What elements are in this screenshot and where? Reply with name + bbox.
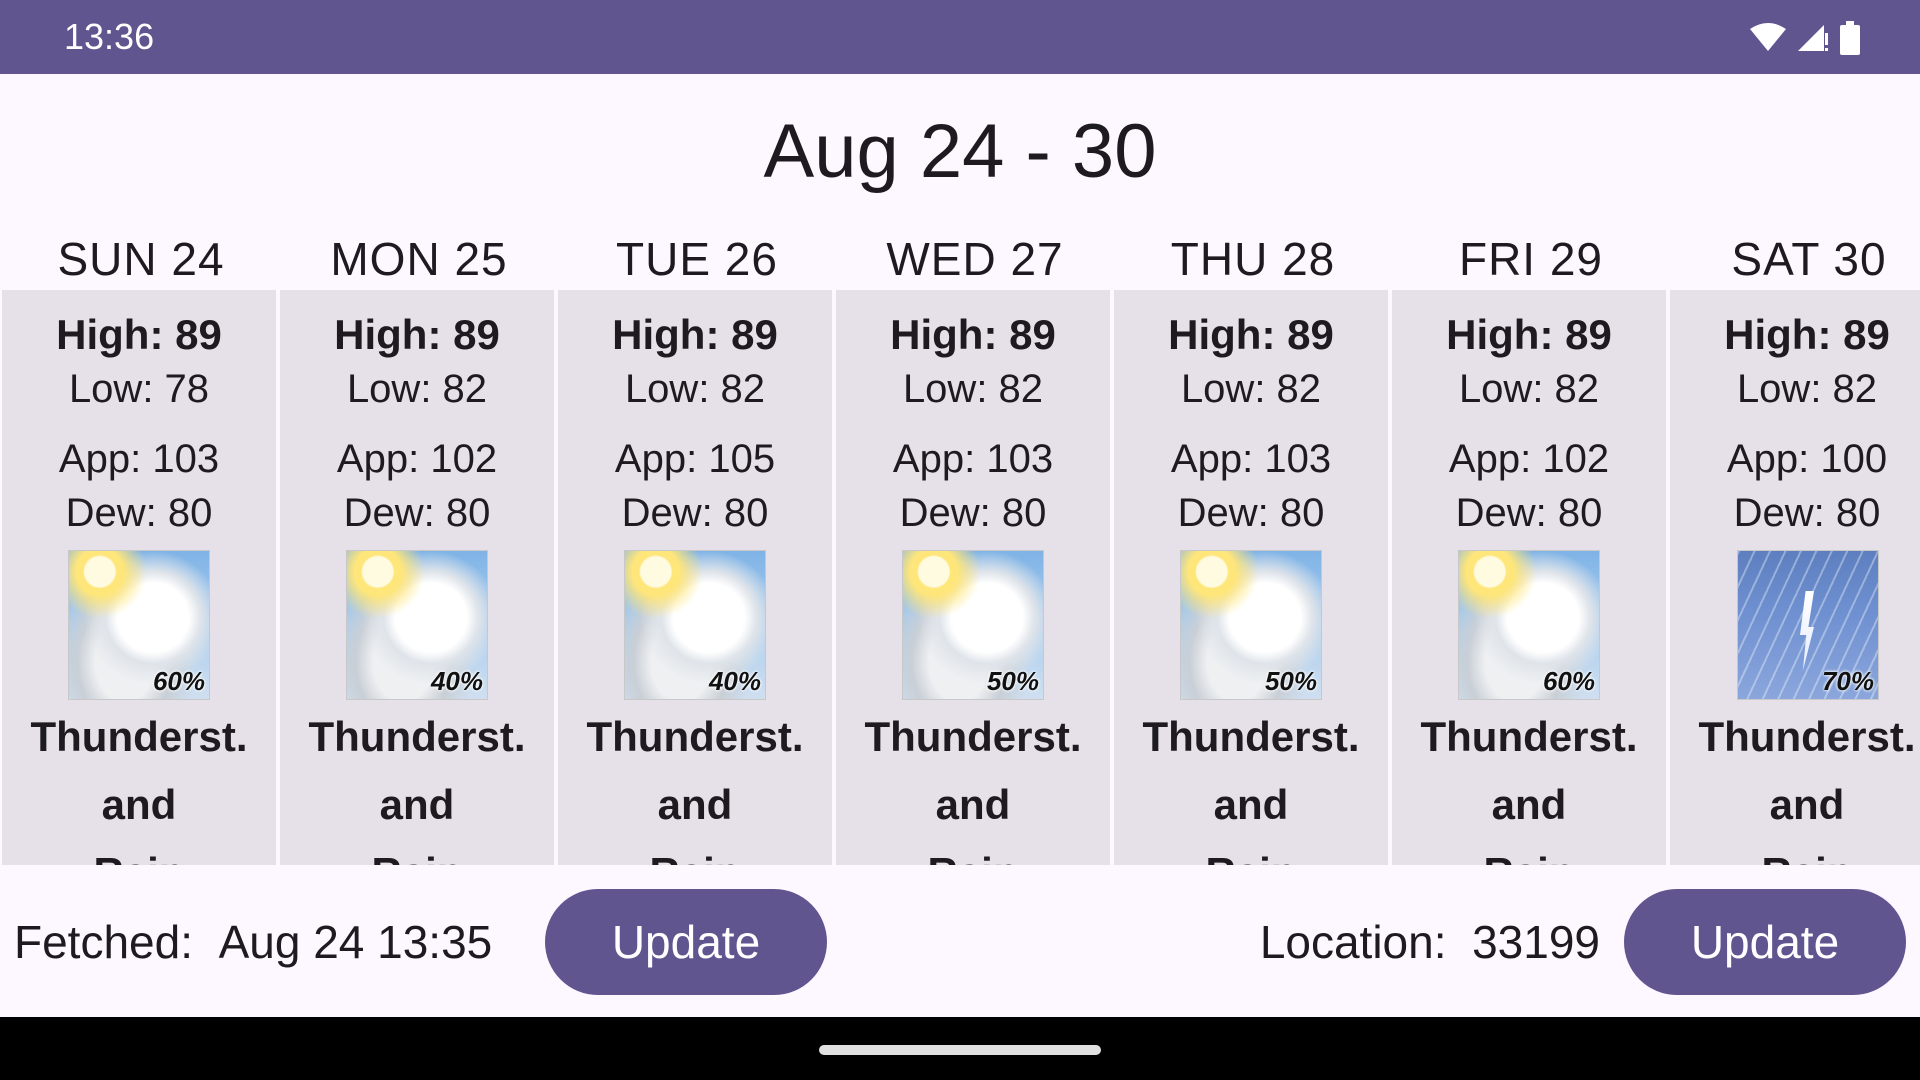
partly-cloudy-thunderstorm-icon: 50% — [902, 550, 1044, 700]
low-temp: Low: 82 — [902, 367, 1044, 411]
condition-line: and — [101, 781, 177, 828]
condition-line: Rain — [2, 842, 276, 865]
day-headers: SUN 24 MON 25 TUE 26 WED 27 THU 28 FRI 2… — [0, 232, 1920, 288]
high-temp: High: 89 — [890, 311, 1056, 358]
condition-line: and — [935, 781, 1011, 828]
partly-cloudy-thunderstorm-icon: 50% — [1180, 550, 1322, 700]
precip-chance: 50% — [1264, 666, 1317, 696]
dew-point: Dew: 80 — [343, 491, 491, 535]
partly-cloudy-thunderstorm-icon: 40% — [624, 550, 766, 700]
high-temp: High: 89 — [1724, 311, 1890, 358]
partly-cloudy-thunderstorm-icon: 60% — [1458, 550, 1600, 700]
navigation-bar — [0, 1017, 1920, 1080]
day-card-wed[interactable]: High: 89 Low: 82 App: 103 Dew: 80 50% Th… — [836, 290, 1110, 865]
high-temp: High: 89 — [56, 311, 222, 358]
apparent-temp: App: 102 — [1448, 437, 1610, 481]
condition-line: Rain — [1670, 842, 1920, 865]
fetched-label: Fetched: — [14, 916, 193, 968]
partly-cloudy-thunderstorm-icon: 40% — [346, 550, 488, 700]
day-header: SAT 30 — [1731, 233, 1887, 285]
update-location-button[interactable]: Update — [1624, 889, 1906, 995]
apparent-temp: App: 103 — [58, 437, 220, 481]
day-card-tue[interactable]: High: 89 Low: 82 App: 105 Dew: 80 40% Th… — [558, 290, 832, 865]
day-card-mon[interactable]: High: 89 Low: 82 App: 102 Dew: 80 40% Th… — [280, 290, 554, 865]
dew-point: Dew: 80 — [1177, 491, 1325, 535]
condition-line: Rain — [280, 842, 554, 865]
day-card-thu[interactable]: High: 89 Low: 82 App: 103 Dew: 80 50% Th… — [1114, 290, 1388, 865]
location-label: Location: — [1259, 916, 1447, 968]
dew-point: Dew: 80 — [621, 491, 769, 535]
low-temp: Low: 82 — [1458, 367, 1600, 411]
dew-point: Dew: 80 — [65, 491, 213, 535]
precip-chance: 40% — [430, 666, 483, 696]
fetched-info: Fetched: Aug 24 13:35 — [14, 915, 492, 969]
cell-signal-icon — [1798, 25, 1828, 51]
dew-point: Dew: 80 — [1455, 491, 1603, 535]
apparent-temp: App: 102 — [336, 437, 498, 481]
high-temp: High: 89 — [1446, 311, 1612, 358]
condition-line: Rain — [558, 842, 832, 865]
status-time: 13:36 — [64, 16, 155, 57]
condition-line: Rain — [1392, 842, 1666, 865]
forecast-days[interactable]: High: 89 Low: 78 App: 103 Dew: 80 60% Th… — [0, 290, 1920, 865]
partly-cloudy-thunderstorm-icon: 60% — [68, 550, 210, 700]
condition-line: Thunderst. — [308, 713, 526, 760]
high-temp: High: 89 — [1168, 311, 1334, 358]
condition-line: Thunderst. — [864, 713, 1082, 760]
day-header: TUE 26 — [616, 233, 778, 285]
condition-line: Thunderst. — [1420, 713, 1638, 760]
wifi-icon — [1750, 23, 1786, 51]
apparent-temp: App: 100 — [1726, 437, 1888, 481]
condition-line: Rain — [836, 842, 1110, 865]
condition-line: and — [1213, 781, 1289, 828]
precip-chance: 70% — [1821, 666, 1874, 696]
condition-line: Rain — [1114, 842, 1388, 865]
day-header: WED 27 — [886, 233, 1064, 285]
apparent-temp: App: 105 — [614, 437, 776, 481]
condition-line: and — [1769, 781, 1845, 828]
apparent-temp: App: 103 — [1170, 437, 1332, 481]
high-temp: High: 89 — [612, 311, 778, 358]
day-header: MON 25 — [330, 233, 508, 285]
location-info: Location: 33199 — [1260, 915, 1600, 969]
condition-line: and — [379, 781, 455, 828]
low-temp: Low: 78 — [68, 367, 210, 411]
home-gesture-handle[interactable] — [819, 1045, 1101, 1055]
condition-line: and — [1491, 781, 1567, 828]
precip-chance: 40% — [708, 666, 761, 696]
condition-line: Thunderst. — [1142, 713, 1360, 760]
high-temp: High: 89 — [334, 311, 500, 358]
thunderstorm-icon: 70% — [1737, 550, 1879, 700]
condition-line: Thunderst. — [586, 713, 804, 760]
low-temp: Low: 82 — [1180, 367, 1322, 411]
precip-chance: 50% — [986, 666, 1039, 696]
fetched-value: Aug 24 13:35 — [218, 916, 493, 968]
condition-line: Thunderst. — [30, 713, 248, 760]
condition-line: Thunderst. — [1698, 713, 1916, 760]
battery-icon — [1840, 21, 1860, 55]
day-card-sun[interactable]: High: 89 Low: 78 App: 103 Dew: 80 60% Th… — [2, 290, 276, 865]
precip-chance: 60% — [152, 666, 205, 696]
day-header: THU 28 — [1170, 233, 1336, 285]
day-header: FRI 29 — [1458, 233, 1604, 285]
dew-point: Dew: 80 — [899, 491, 1047, 535]
precip-chance: 60% — [1542, 666, 1595, 696]
low-temp: Low: 82 — [346, 367, 488, 411]
week-title: Aug 24 - 30 — [763, 109, 1157, 194]
dew-point: Dew: 80 — [1733, 491, 1881, 535]
condition-line: and — [657, 781, 733, 828]
location-value: 33199 — [1472, 916, 1600, 968]
status-bar: 13:36 — [0, 0, 1920, 74]
day-card-fri[interactable]: High: 89 Low: 82 App: 102 Dew: 80 60% Th… — [1392, 290, 1666, 865]
day-card-sat[interactable]: High: 89 Low: 82 App: 100 Dew: 80 70% Th… — [1670, 290, 1920, 865]
low-temp: Low: 82 — [624, 367, 766, 411]
update-fetch-button[interactable]: Update — [545, 889, 827, 995]
footer-bar: Fetched: Aug 24 13:35 Update Location: 3… — [0, 865, 1920, 1017]
status-icons — [1750, 18, 1860, 58]
low-temp: Low: 82 — [1736, 367, 1878, 411]
day-header: SUN 24 — [57, 233, 225, 285]
apparent-temp: App: 103 — [892, 437, 1054, 481]
